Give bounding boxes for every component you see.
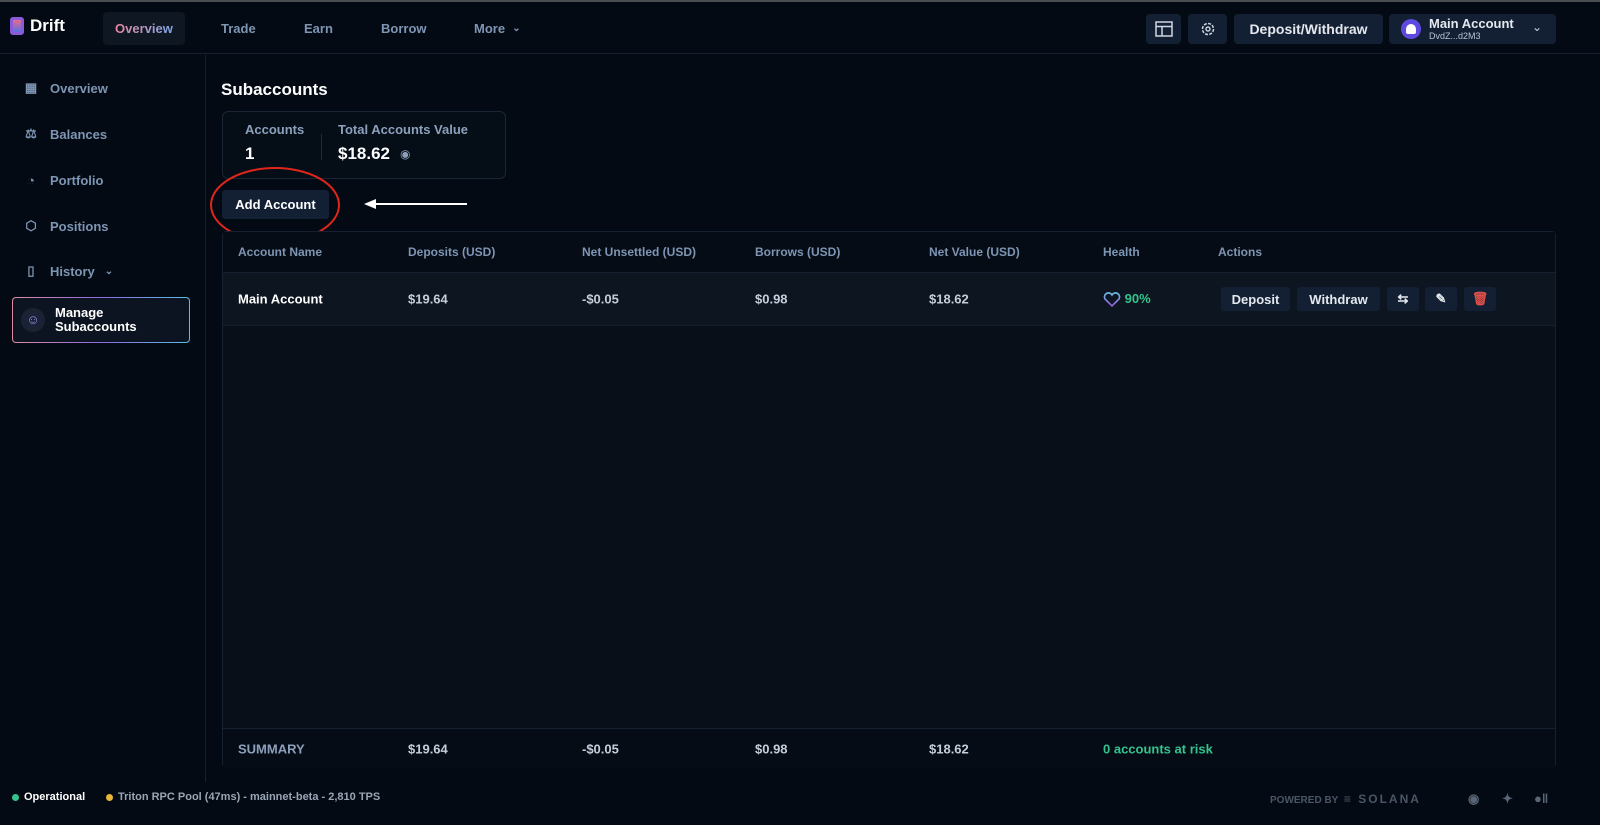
sidebar-item-positions[interactable]: ⬡ Positions [12, 208, 190, 244]
health-cell: 90% [1103, 290, 1151, 308]
table-header: Account Name Deposits (USD) Net Unsettle… [223, 232, 1555, 273]
sidebar-item-portfolio[interactable]: ◔ Portfolio [12, 162, 190, 198]
nav-label: Trade [221, 21, 256, 36]
nav-trade[interactable]: Trade [209, 12, 268, 45]
edit-button[interactable]: ✎ [1425, 287, 1457, 311]
avatar [1401, 19, 1421, 39]
borrows-cell: $0.98 [755, 291, 788, 307]
sidebar-item-label: Portfolio [50, 172, 104, 188]
accounts-label: Accounts [245, 122, 305, 137]
sidebar-item-manage-subaccounts[interactable]: ☺ Manage Subaccounts [12, 297, 190, 343]
column-header: Borrows (USD) [755, 245, 841, 259]
scale-icon: ⚖ [25, 126, 37, 141]
book-icon: ▯ [27, 263, 35, 278]
nav-label: More [474, 21, 506, 36]
unsettled-cell: -$0.05 [582, 291, 619, 307]
drift-logo[interactable]: Drift [10, 16, 65, 36]
column-header: Health [1103, 245, 1140, 259]
twitter-icon[interactable]: ✦ [1502, 791, 1513, 807]
withdraw-button[interactable]: Withdraw [1297, 287, 1380, 311]
heart-icon [1103, 292, 1121, 308]
cube-icon: ⬡ [25, 218, 37, 233]
table-row: Main Account $19.64 -$0.05 $0.98 $18.62 … [223, 273, 1555, 326]
top-nav: Drift Overview Trade Earn Borrow More ⌄ … [0, 2, 1600, 54]
arrow-head [364, 199, 376, 209]
account-name-cell: Main Account [238, 291, 323, 307]
total-value-label: Total Accounts Value [338, 122, 469, 137]
account-address: DvdZ...d2M3 [1429, 31, 1481, 41]
nav-overview[interactable]: Overview [103, 12, 185, 45]
sidebar-item-label: Positions [50, 218, 109, 234]
layout-button[interactable] [1146, 14, 1181, 44]
layout-icon [1154, 21, 1173, 37]
summary-label: SUMMARY [238, 741, 305, 756]
pie-chart-icon: ◔ [27, 172, 35, 188]
nav-borrow[interactable]: Borrow [369, 12, 439, 45]
nav-label: Borrow [381, 21, 427, 36]
solana-text: SOLANA [1358, 792, 1421, 806]
status-text: Operational [24, 791, 86, 803]
status-operational: Operational [12, 791, 85, 803]
summary-borrows: $0.98 [755, 741, 788, 756]
status-dot [12, 793, 19, 801]
column-header: Net Value (USD) [929, 245, 1020, 259]
summary-net: $18.62 [929, 741, 969, 756]
brand-name: Drift [30, 16, 65, 35]
health-value: 90% [1124, 290, 1151, 306]
nav-label: Overview [115, 21, 173, 36]
transfer-button[interactable]: ⇆ [1387, 287, 1419, 311]
status-bar: Operational Triton RPC Pool (47ms) - mai… [0, 782, 1600, 825]
deposits-cell: $19.64 [408, 291, 448, 307]
summary-deposits: $19.64 [408, 741, 448, 756]
summary-row: SUMMARY $19.64 -$0.05 $0.98 $18.62 0 acc… [223, 728, 1555, 768]
sidebar-item-label: Manage Subaccounts [55, 305, 137, 334]
sidebar-item-balances[interactable]: ⚖ Balances [12, 116, 190, 152]
column-header: Account Name [238, 245, 323, 259]
chevron-down-icon: ⌄ [104, 265, 114, 277]
column-header: Actions [1218, 245, 1263, 259]
delete-button[interactable]: 🗑 [1464, 287, 1496, 311]
divider [321, 134, 322, 160]
account-name: Main Account [1429, 16, 1514, 31]
summary-unsettled: -$0.05 [582, 741, 619, 756]
drift-logo-icon [10, 17, 24, 35]
solana-logo: ≡ SOLANA [1343, 792, 1421, 806]
rpc-dot [106, 793, 113, 801]
sidebar: ▦ Overview ⚖ Balances ◔ Portfolio ⬡ Position… [0, 55, 206, 782]
rpc-status[interactable]: Triton RPC Pool (47ms) - mainnet-beta - … [106, 791, 380, 803]
swap-icon: ⇆ [1397, 291, 1409, 306]
sidebar-item-label: Balances [50, 126, 108, 142]
net-value-cell: $18.62 [929, 291, 969, 307]
powered-by-text: POWERED BY [1270, 795, 1339, 806]
deposit-withdraw-button[interactable]: Deposit/Withdraw [1234, 14, 1383, 44]
nav-more[interactable]: More ⌄ [462, 12, 533, 45]
page-title: Subaccounts [221, 80, 328, 99]
sidebar-item-history[interactable]: ▯ History ⌄ [12, 253, 190, 289]
grid-icon: ▦ [24, 80, 38, 95]
trash-icon: 🗑 [1471, 291, 1489, 306]
column-header: Net Unsettled (USD) [582, 245, 697, 259]
rpc-text: Triton RPC Pool (47ms) - mainnet-beta - … [118, 791, 381, 803]
users-icon: ☺ [21, 308, 45, 332]
settings-button[interactable] [1188, 14, 1227, 44]
chevron-down-icon: ⌄ [512, 23, 521, 34]
gear-icon [1201, 22, 1214, 36]
medium-icon[interactable]: ●‖ [1534, 791, 1548, 806]
sidebar-item-label: Overview [50, 80, 108, 96]
eye-icon[interactable]: ◉ [400, 147, 410, 161]
sidebar-item-label: History [50, 263, 95, 279]
pencil-icon: ✎ [1435, 291, 1447, 306]
nav-label: Earn [304, 21, 333, 36]
chevron-down-icon: ⌄ [1531, 20, 1542, 34]
nav-earn[interactable]: Earn [292, 12, 345, 45]
discord-icon[interactable]: ◉ [1468, 791, 1479, 807]
subaccounts-table: Account Name Deposits (USD) Net Unsettle… [222, 231, 1556, 768]
account-selector[interactable]: Main Account DvdZ...d2M3 ⌄ [1389, 14, 1556, 44]
powered-by: POWERED BY ≡ SOLANA [1270, 792, 1421, 806]
deposit-button[interactable]: Deposit [1221, 287, 1290, 311]
accounts-at-risk: 0 accounts at risk [1103, 741, 1213, 756]
column-header: Deposits (USD) [408, 245, 496, 259]
sidebar-item-overview[interactable]: ▦ Overview [12, 70, 190, 106]
